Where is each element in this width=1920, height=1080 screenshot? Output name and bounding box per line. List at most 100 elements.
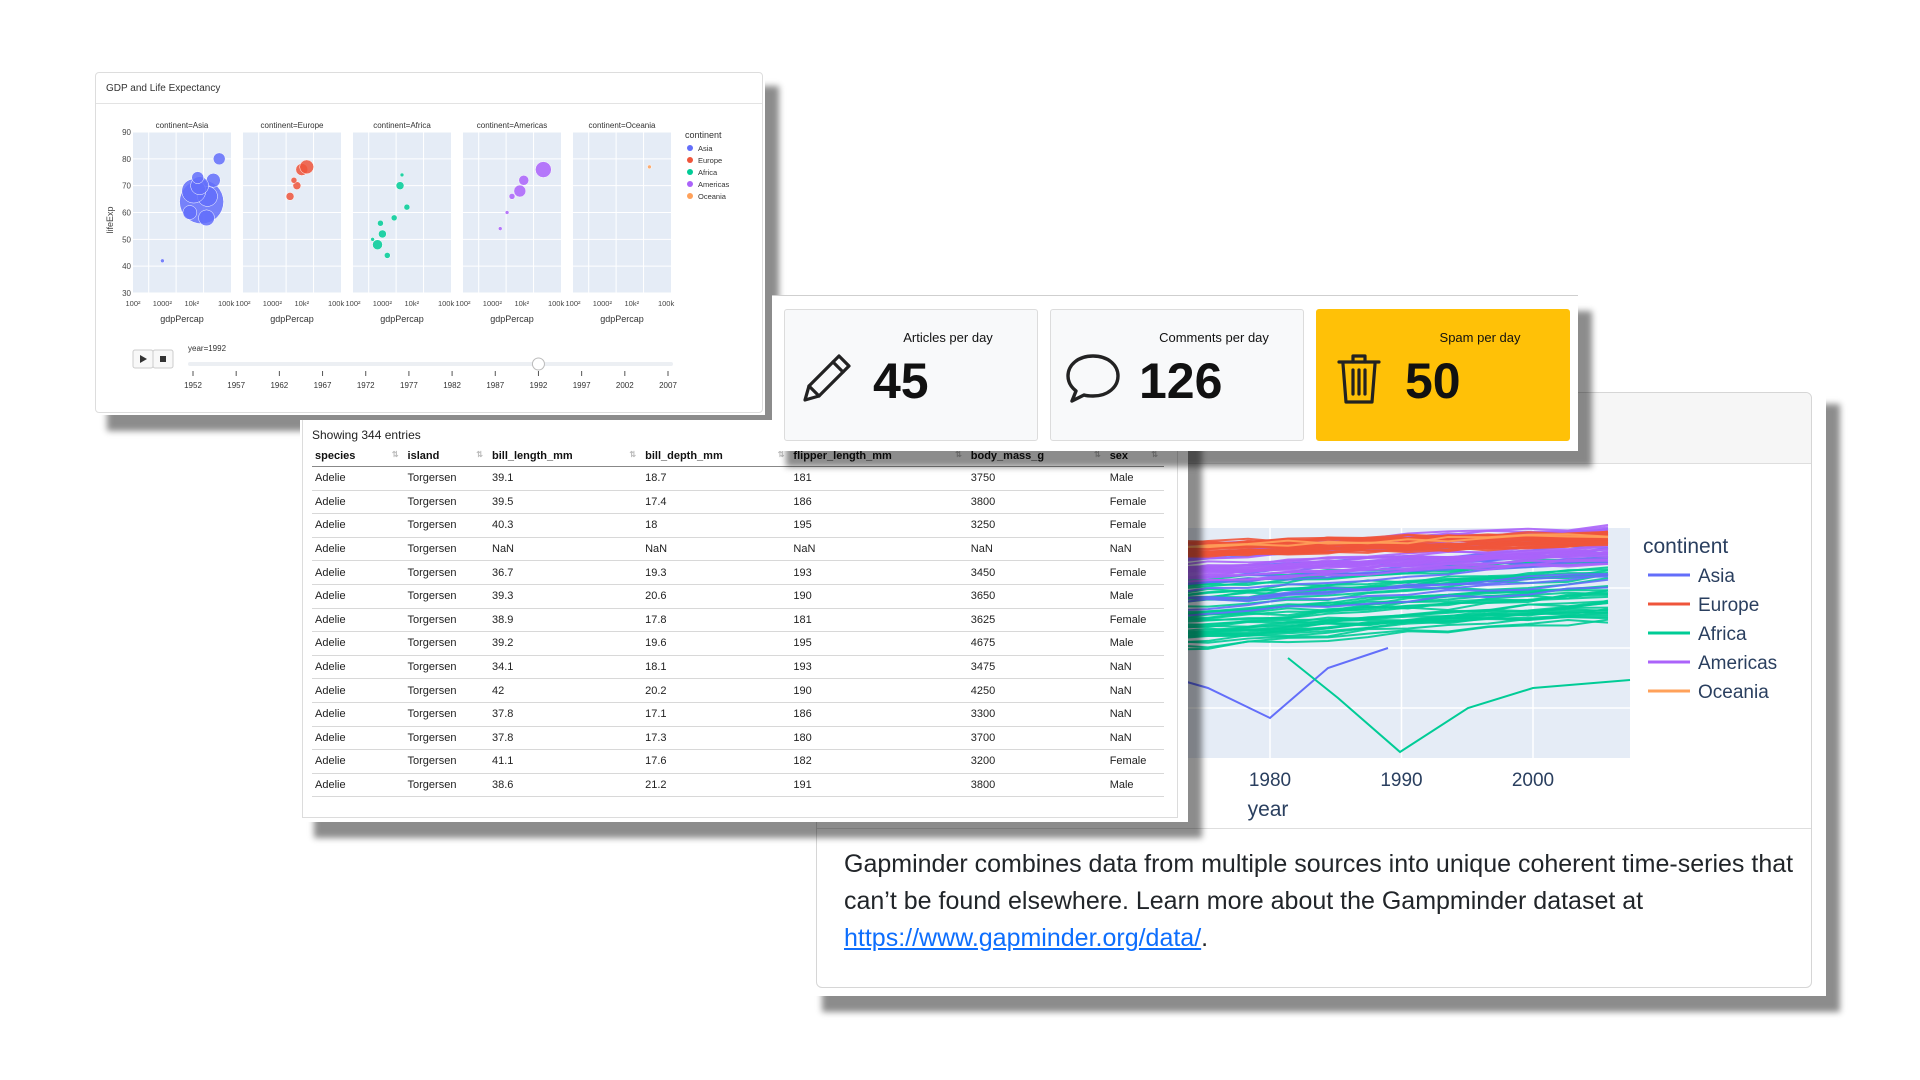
table-cell: 186 (790, 702, 968, 727)
column-header-bill_length_mm[interactable]: bill_length_mm ⇅ (489, 446, 643, 467)
sort-icon[interactable]: ⇅ (476, 450, 483, 459)
table-cell: 3300 (967, 702, 1107, 727)
table-cell: NaN (1106, 655, 1164, 680)
table-cell: Adelie (312, 678, 405, 703)
kpi-value: 45 (873, 353, 929, 409)
data-point-americas (513, 184, 527, 198)
x-tick-label: 1000² (483, 299, 503, 308)
table-cell: Male (1106, 631, 1164, 656)
table-cell: 3450 (967, 560, 1107, 585)
data-point-asia (191, 171, 204, 184)
facet-title: continent=Europe (261, 121, 324, 130)
legend-item: Asia (698, 144, 713, 153)
table-cell: 181 (790, 608, 968, 633)
table-cell: Torgersen (404, 655, 489, 680)
table-cell: Female (1106, 608, 1164, 633)
legend-item: Asia (1698, 566, 1735, 587)
sort-icon[interactable]: ⇅ (955, 450, 962, 459)
legend-title: continent (1643, 535, 1728, 558)
table-cell: NaN (489, 537, 643, 562)
x-tick-label: 100² (565, 299, 581, 308)
legend-marker (687, 193, 693, 199)
table-cell: Male (1106, 773, 1164, 798)
slider-current-label: year=1992 (188, 344, 227, 353)
legend-item: Africa (698, 168, 718, 177)
kpi-value: 50 (1405, 353, 1461, 409)
table-cell: 36.7 (489, 560, 643, 585)
sort-icon[interactable]: ⇅ (778, 450, 785, 459)
table-cell: NaN (1106, 702, 1164, 727)
table-cell: NaN (967, 537, 1107, 562)
table-cell: 39.5 (489, 490, 643, 515)
data-point-americas (504, 210, 510, 215)
x-tick-label: 100k (438, 299, 455, 308)
slider-track[interactable] (188, 362, 673, 366)
table-cell: 195 (790, 631, 968, 656)
table-cell: Female (1106, 513, 1164, 538)
legend-item: Europe (1698, 595, 1759, 616)
column-header-island[interactable]: island ⇅ (404, 446, 489, 467)
table-cell: 182 (790, 749, 968, 774)
data-point-africa (403, 203, 411, 211)
table-cell: Adelie (312, 773, 405, 798)
x-tick-label: 2000 (1512, 770, 1554, 791)
table-cell: Adelie (312, 490, 405, 515)
card-top-border (772, 295, 1578, 296)
gapminder-data-link[interactable]: https://www.gapminder.org/data/ (844, 924, 1201, 952)
x-tick-label: 100k (328, 299, 345, 308)
table-cell: Female (1106, 490, 1164, 515)
trash-icon (1337, 354, 1381, 404)
legend-item: Americas (1698, 653, 1777, 674)
table-cell: Torgersen (404, 631, 489, 656)
kpi-card: Articles per day 45 Comments per day 126… (772, 295, 1578, 451)
facet-title: continent=Asia (156, 121, 209, 130)
data-point-africa (395, 181, 405, 190)
y-tick-label: 40 (122, 262, 131, 271)
x-tick-label: 10k² (405, 299, 420, 308)
legend-marker (687, 157, 693, 163)
table-cell: 39.2 (489, 631, 643, 656)
legend-item: Africa (1698, 624, 1747, 645)
table-cell: Torgersen (404, 678, 489, 703)
sort-icon[interactable]: ⇅ (392, 450, 399, 459)
sort-icon[interactable]: ⇅ (1094, 450, 1101, 459)
data-table: species ⇅ island ⇅ bill_length_mm ⇅ bill_depth… (312, 446, 1164, 798)
table-cell: Torgersen (404, 749, 489, 774)
x-axis-label: gdpPercap (490, 314, 534, 324)
table-cell: Adelie (312, 608, 405, 633)
table-row: Adelie Torgersen 39.2 19.6 195 4675 Male (312, 631, 1164, 656)
table-cell: 37.8 (489, 702, 643, 727)
data-point-europe (290, 177, 298, 184)
legend-marker (687, 169, 693, 175)
table-cell: 17.4 (642, 490, 791, 515)
table-cell: 42 (489, 678, 643, 703)
data-point-africa (399, 172, 405, 178)
table-cell: 17.8 (642, 608, 791, 633)
card-divider (817, 828, 1811, 829)
slider-handle[interactable] (531, 357, 545, 371)
table-cell: 37.8 (489, 726, 643, 751)
data-point-americas (497, 226, 503, 231)
table-cell: 19.6 (642, 631, 791, 656)
table-cell: Female (1106, 560, 1164, 585)
data-point-africa (390, 214, 398, 222)
sort-icon[interactable]: ⇅ (629, 450, 636, 459)
description-end: . (1201, 924, 1209, 952)
legend-title: continent (685, 130, 722, 140)
sort-icon[interactable]: ⇅ (1151, 450, 1158, 459)
legend-item: Americas (698, 180, 730, 189)
table-cell: 3475 (967, 655, 1107, 680)
x-tick-label: 10k² (625, 299, 640, 308)
x-tick-label: 1990 (1380, 770, 1422, 791)
slider-year-label: 1982 (443, 381, 461, 390)
table-cell: 21.2 (642, 773, 791, 798)
table-cell: 38.6 (489, 773, 643, 798)
kpi-value: 126 (1139, 353, 1223, 409)
table-cell: 17.6 (642, 749, 791, 774)
column-header-species[interactable]: species ⇅ (312, 446, 405, 467)
legend-item: Oceania (698, 192, 727, 201)
table-cell: 18 (642, 513, 791, 538)
table-cell: 20.2 (642, 678, 791, 703)
table-cell: Torgersen (404, 726, 489, 751)
column-header-bill_depth_mm[interactable]: bill_depth_mm ⇅ (642, 446, 791, 467)
